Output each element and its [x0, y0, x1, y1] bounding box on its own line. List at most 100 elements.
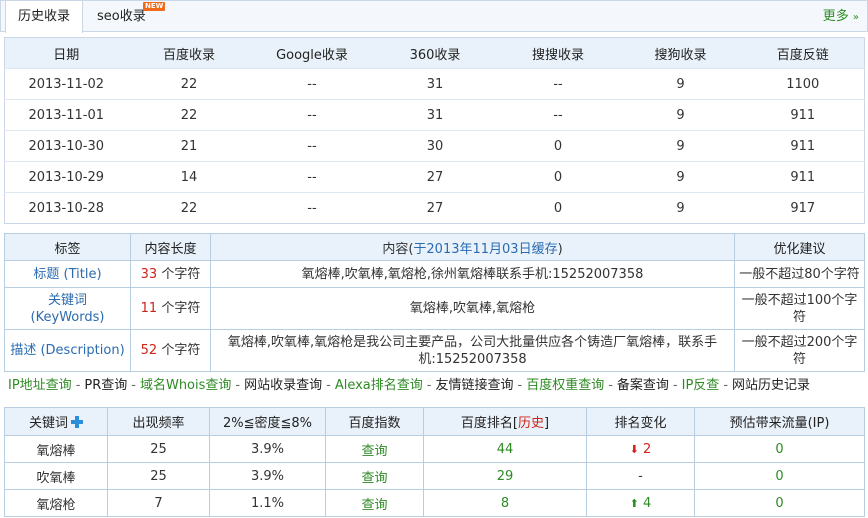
link-ip-reverse[interactable]: IP反查: [682, 378, 720, 393]
meta-content: 氧熔棒,吹氧棒,氧熔枪是我公司主要产品，公司大批量供应各个铸造厂氧熔棒，联系手机…: [210, 329, 735, 372]
baidu-index-query-link[interactable]: 查询: [361, 444, 387, 459]
separator: -: [75, 378, 81, 393]
change-value: 2: [643, 441, 652, 457]
cell: 22: [127, 192, 251, 224]
link-icp[interactable]: 备案查询: [617, 378, 669, 393]
cell: 9: [619, 192, 742, 224]
rank-cell: 29: [423, 462, 587, 490]
cell: 22: [127, 68, 251, 100]
cell: 1100: [741, 68, 865, 100]
col-360: 360收录: [373, 37, 497, 69]
link-baidu-weight[interactable]: 百度权重查询: [526, 378, 604, 393]
traffic-cell: 0: [694, 489, 865, 517]
separator: -: [517, 378, 523, 393]
table-row: 吹氧棒 25 3.9% 查询 29 - 0: [4, 462, 865, 490]
change-cell: ⬆ 4: [586, 489, 695, 517]
density-cell: 3.9%: [209, 462, 326, 490]
col-date: 日期: [4, 37, 128, 69]
cell: --: [250, 68, 374, 100]
tool-links: IP地址查询 - PR查询 - 域名Whois查询 - 网站收录查询 - Alexa排名查询 - 友…: [8, 377, 810, 395]
history-header-row: 日期 百度收录 Google收录 360收录 搜搜收录 搜狗收录 百度反链: [4, 37, 865, 69]
meta-length: 52 个字符: [130, 329, 211, 372]
index-cell: 查询: [325, 462, 424, 490]
table-row: 2013-11-01 22 -- 31 -- 9 911: [4, 99, 865, 131]
more-link[interactable]: 更多 »: [823, 1, 859, 32]
cell: --: [250, 99, 374, 131]
cell: 917: [741, 192, 865, 224]
table-row: 2013-11-02 22 -- 31 -- 9 1100: [4, 68, 865, 100]
separator: -: [235, 378, 241, 393]
meta-label: 关键词 (KeyWords): [4, 287, 131, 330]
meta-length: 33 个字符: [130, 260, 211, 288]
rank-header-close: ]: [544, 416, 550, 431]
index-cell: 查询: [325, 435, 424, 463]
cell: 31: [373, 99, 497, 131]
cell: 2013-10-28: [4, 192, 128, 224]
link-friend-links[interactable]: 友情链接查询: [435, 378, 513, 393]
cell: --: [496, 99, 620, 131]
meta-row-title: 标题 (Title) 33 个字符 氧熔棒,吹氧棒,氧熔枪,徐州氧熔棒联系手机:…: [4, 260, 865, 288]
keyword-cell: 氧熔棒: [4, 435, 108, 463]
table-row: 2013-10-30 21 -- 30 0 9 911: [4, 130, 865, 162]
keyword-cell: 吹氧棒: [4, 462, 108, 490]
meta-count: 33: [140, 266, 158, 282]
cell: 2013-10-29: [4, 161, 128, 193]
col-keyword: 关键词: [4, 407, 108, 436]
cache-date-link[interactable]: 于2013年11月03日缓存: [413, 242, 557, 257]
baidu-index-query-link[interactable]: 查询: [361, 471, 387, 486]
link-pr[interactable]: PR查询: [84, 378, 127, 393]
double-arrow-icon: »: [852, 12, 859, 23]
tab-history[interactable]: 历史收录: [5, 1, 84, 33]
meta-count: 11: [140, 301, 158, 316]
rank-history-link[interactable]: 历史: [518, 416, 544, 431]
col-content: 内容(于2013年11月03日缓存): [210, 233, 735, 261]
change-cell: ⬇ 2: [586, 435, 695, 463]
separator: -: [608, 378, 613, 393]
index-cell: 查询: [325, 489, 424, 517]
history-table: 日期 百度收录 Google收录 360收录 搜搜收录 搜狗收录 百度反链 20…: [4, 37, 865, 224]
cell: 21: [127, 130, 251, 162]
traffic-cell: 0: [694, 462, 865, 490]
cell: 0: [496, 192, 620, 224]
cell: 30: [373, 130, 497, 162]
col-baidu-rank: 百度排名[历史]: [423, 407, 587, 436]
separator: -: [672, 378, 678, 393]
link-index-lookup[interactable]: 网站收录查询: [244, 378, 322, 393]
table-row: 氧熔枪 7 1.1% 查询 8 ⬆ 4 0: [4, 489, 865, 517]
meta-content: 氧熔棒,吹氧棒,氧熔枪: [210, 287, 735, 330]
meta-row-keywords: 关键词 (KeyWords) 11 个字符 氧熔棒,吹氧棒,氧熔枪 一般不超过1…: [4, 287, 865, 330]
meta-label: 描述 (Description): [4, 329, 131, 372]
rank-cell: 44: [423, 435, 587, 463]
link-ip-lookup[interactable]: IP地址查询: [8, 378, 72, 393]
meta-length: 11 个字符: [130, 287, 211, 330]
cell: 2013-10-30: [4, 130, 128, 162]
content-header-label: 内容(: [382, 241, 414, 257]
cell: 9: [619, 161, 742, 193]
separator: -: [723, 378, 729, 393]
add-keyword-icon[interactable]: [71, 416, 83, 428]
separator: -: [326, 378, 331, 393]
link-alexa[interactable]: Alexa排名查询: [335, 378, 423, 393]
link-site-history[interactable]: 网站历史记录: [732, 378, 810, 393]
cell: --: [250, 130, 374, 162]
link-whois[interactable]: 域名Whois查询: [140, 378, 231, 393]
keyword-header-row: 关键词 出现频率 2%≦密度≦8% 百度指数 百度排名[历史] 排名变化 预估带…: [4, 407, 865, 436]
cell: --: [250, 192, 374, 224]
baidu-index-query-link[interactable]: 查询: [361, 498, 387, 513]
col-baidu: 百度收录: [127, 37, 251, 69]
cell: 911: [741, 161, 865, 193]
meta-advice: 一般不超过80个字符: [734, 260, 865, 288]
cell: --: [496, 68, 620, 100]
density-cell: 1.1%: [209, 489, 326, 517]
meta-advice: 一般不超过200个字符: [734, 329, 865, 372]
meta-label: 标题 (Title): [4, 260, 131, 288]
meta-header-row: 标签 内容长度 内容(于2013年11月03日缓存) 优化建议: [4, 233, 865, 261]
col-density: 2%≦密度≦8%: [209, 407, 326, 436]
separator: -: [426, 378, 432, 393]
arrow-down-icon: ⬇: [629, 442, 639, 456]
density-cell: 3.9%: [209, 435, 326, 463]
meta-count: 52: [140, 343, 158, 358]
more-label: 更多: [822, 9, 849, 24]
cell: 31: [373, 68, 497, 100]
separator: -: [131, 378, 136, 393]
